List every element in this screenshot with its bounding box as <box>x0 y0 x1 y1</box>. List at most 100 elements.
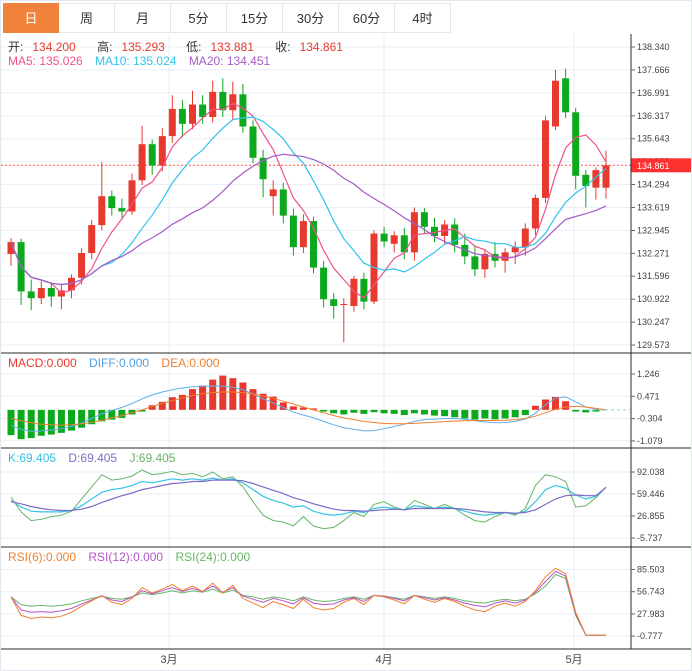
candle-body[interactable] <box>542 120 549 197</box>
macd-bar <box>28 410 35 438</box>
timeframe-tab-7[interactable]: 4时 <box>395 3 451 33</box>
macd-bar <box>371 410 378 412</box>
axis-tick-label: 132.271 <box>637 248 670 258</box>
close-label: 收: <box>275 40 290 54</box>
macd-bar <box>360 410 367 414</box>
candle-body[interactable] <box>209 92 216 117</box>
month-label: 5月 <box>565 654 582 666</box>
macd-bar <box>199 386 206 410</box>
axis-tick-label: 85.503 <box>637 565 665 575</box>
dea-line <box>11 392 606 425</box>
axis-tick-label: 136.317 <box>637 111 670 121</box>
candle-body[interactable] <box>502 252 509 260</box>
macd-bar <box>78 410 85 428</box>
candle-body[interactable] <box>280 189 287 215</box>
k-value: K:69.405 <box>8 451 56 465</box>
candle-body[interactable] <box>88 225 95 253</box>
j-line <box>11 470 606 529</box>
macd-bar <box>471 410 478 420</box>
macd-bar <box>421 410 428 415</box>
rsi-readout: RSI(6):0.000 RSI(12):0.000 RSI(24):0.000 <box>8 550 259 564</box>
candle-body[interactable] <box>320 268 327 300</box>
d-value: D:69.405 <box>68 451 117 465</box>
k-line <box>11 478 606 515</box>
low-label: 低: <box>186 40 201 54</box>
timeframe-tab-2[interactable]: 月 <box>115 3 171 33</box>
candle-body[interactable] <box>98 196 105 225</box>
macd-bar <box>8 410 15 435</box>
candle-body[interactable] <box>572 112 579 176</box>
candle-body[interactable] <box>330 299 337 306</box>
candle-body[interactable] <box>270 189 277 196</box>
candle-body[interactable] <box>532 198 539 229</box>
timeframe-tab-5[interactable]: 30分 <box>283 3 339 33</box>
candle-body[interactable] <box>411 212 418 252</box>
macd-bar <box>18 410 25 439</box>
rsi6-value: RSI(6):0.000 <box>8 550 76 564</box>
candle-body[interactable] <box>28 291 35 298</box>
candle-body[interactable] <box>250 127 257 158</box>
candle-body[interactable] <box>229 94 236 110</box>
timeframe-tab-4[interactable]: 15分 <box>227 3 283 33</box>
axis-tick-label: -0.777 <box>637 631 663 641</box>
macd-bar <box>320 410 327 412</box>
timeframe-tab-0[interactable]: 日 <box>3 3 59 33</box>
macd-bar <box>290 406 297 409</box>
chart-canvas[interactable]: 138.340137.666136.991136.317135.643134.9… <box>1 1 692 671</box>
macd-bar <box>209 380 216 410</box>
candle-body[interactable] <box>189 105 196 124</box>
macd-bar <box>229 378 236 410</box>
candle-body[interactable] <box>108 196 115 208</box>
candle-body[interactable] <box>179 109 186 124</box>
axis-tick-label: 136.991 <box>637 88 670 98</box>
macd-bar <box>250 389 257 410</box>
month-label: 4月 <box>375 654 392 666</box>
candle-body[interactable] <box>381 234 388 242</box>
axis-tick-label: 133.619 <box>637 203 670 213</box>
timeframe-tab-3[interactable]: 5分 <box>171 3 227 33</box>
candle-body[interactable] <box>139 144 146 180</box>
macd-bar <box>522 410 529 415</box>
candle-body[interactable] <box>522 229 529 248</box>
candle-body[interactable] <box>48 288 55 297</box>
timeframe-tabbar: 日周月5分15分30分60分4时 <box>3 3 451 33</box>
candle-body[interactable] <box>562 78 569 112</box>
axis-tick-label: 137.666 <box>637 65 670 75</box>
ma5-value: MA5: 135.026 <box>8 54 83 68</box>
timeframe-tab-1[interactable]: 周 <box>59 3 115 33</box>
candle-body[interactable] <box>118 208 125 211</box>
timeframe-tab-6[interactable]: 60分 <box>339 3 395 33</box>
axis-tick-label: 138.340 <box>637 42 670 52</box>
macd-bar <box>502 410 509 419</box>
macd-bar <box>219 376 226 410</box>
candle-body[interactable] <box>290 216 297 248</box>
macd-bar <box>532 406 539 410</box>
macd-bar <box>381 410 388 413</box>
axis-tick-label: -1.079 <box>637 436 663 446</box>
axis-tick-label: 132.945 <box>637 225 670 235</box>
axis-tick-label: 56.743 <box>637 587 665 597</box>
candle-body[interactable] <box>471 256 478 269</box>
candle-body[interactable] <box>38 288 45 298</box>
candle-body[interactable] <box>169 109 176 136</box>
macd-bar <box>492 410 499 419</box>
macd-bar <box>461 410 468 419</box>
macd-bar <box>391 410 398 414</box>
macd-bar <box>118 410 125 418</box>
candle-body[interactable] <box>552 81 559 127</box>
candle-body[interactable] <box>78 253 85 278</box>
candle-body[interactable] <box>300 221 307 247</box>
macd-bar <box>48 410 55 435</box>
candle-body[interactable] <box>340 304 347 305</box>
macd-value: MACD:0.000 <box>8 356 77 370</box>
macd-bar <box>169 397 176 410</box>
candle-body[interactable] <box>391 235 398 244</box>
month-label: 3月 <box>160 654 177 666</box>
rsi24-value: RSI(24):0.000 <box>175 550 250 564</box>
ma10-value: MA10: 135.024 <box>95 54 176 68</box>
candle-body[interactable] <box>512 247 519 252</box>
macd-bar <box>38 410 45 436</box>
axis-tick-label: 27.983 <box>637 609 665 619</box>
candle-body[interactable] <box>149 144 156 165</box>
candle-body[interactable] <box>421 212 428 227</box>
